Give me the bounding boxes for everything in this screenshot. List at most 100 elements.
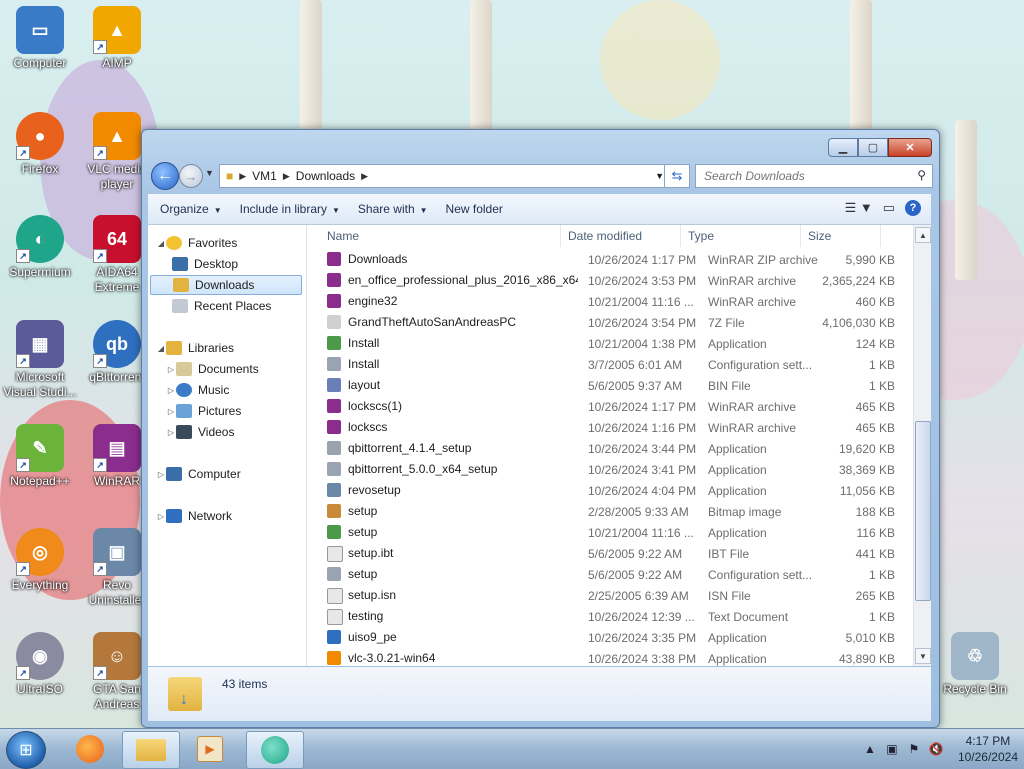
clock[interactable]: 4:17 PM 10/26/2024: [958, 733, 1018, 765]
desktop-icon-notepadpp[interactable]: ✎ ↗ Notepad++: [0, 424, 80, 489]
nav-recent-places[interactable]: Recent Places: [172, 296, 271, 316]
scroll-up-button[interactable]: ▲: [915, 227, 931, 243]
file-size: 1 KB: [868, 358, 895, 372]
scroll-thumb[interactable]: [915, 421, 931, 601]
file-row[interactable]: lockscs 10/26/2024 1:16 PM WinRAR archive 4…: [327, 417, 907, 438]
address-dropdown-icon[interactable]: ▼: [655, 171, 664, 181]
expand-icon[interactable]: ◢: [156, 344, 166, 353]
music-icon: [176, 383, 192, 397]
file-type: Bitmap image: [708, 505, 782, 519]
file-type: Application: [708, 337, 767, 351]
windows-logo-icon: ⊞: [19, 742, 33, 759]
desktop-icon-everything[interactable]: ◎ ↗ Everything: [0, 528, 80, 593]
action-center-flag-icon[interactable]: ⚑: [906, 741, 922, 757]
taskbar-firefox[interactable]: [62, 731, 118, 767]
nav-videos[interactable]: ▷ Videos: [166, 422, 234, 442]
volume-muted-icon[interactable]: 🔇: [928, 741, 944, 757]
search-box[interactable]: ⚲: [695, 164, 933, 188]
chevron-right-icon[interactable]: ▶: [283, 171, 290, 182]
column-header-type[interactable]: Type: [681, 225, 801, 247]
nav-documents[interactable]: ▷ Documents: [166, 359, 259, 379]
preview-pane-icon[interactable]: ▭: [883, 200, 895, 216]
taskbar-explorer[interactable]: [122, 731, 180, 769]
file-date: 10/26/2024 1:16 PM: [588, 421, 697, 435]
file-date: 10/26/2024 3:44 PM: [588, 442, 697, 456]
desktop-icon-supermium[interactable]: ◐ ↗ Supermium: [0, 215, 80, 280]
file-row[interactable]: qbittorrent_5.0.0_x64_setup 10/26/2024 3:…: [327, 459, 907, 480]
expand-icon[interactable]: ▷: [166, 365, 176, 374]
organize-button[interactable]: Organize ▼: [160, 202, 222, 216]
documents-icon: [176, 362, 192, 376]
column-header-date[interactable]: Date modified: [561, 225, 681, 247]
share-with-button[interactable]: Share with ▼: [358, 202, 428, 216]
taskbar-supermium[interactable]: [246, 731, 304, 769]
file-row[interactable]: lockscs(1) 10/26/2024 1:17 PM WinRAR archi…: [327, 396, 907, 417]
maximize-button[interactable]: ▢: [858, 138, 888, 157]
nav-downloads[interactable]: Downloads: [150, 275, 302, 295]
file-row[interactable]: engine32 10/21/2004 11:16 ... WinRAR archi…: [327, 291, 907, 312]
desktop-icon-visual-studio[interactable]: ▦ ↗ Microsoft Visual Studi...: [0, 320, 80, 400]
nav-libraries[interactable]: ◢ Libraries: [156, 338, 234, 358]
file-row[interactable]: GrandTheftAutoSanAndreasPC 10/26/2024 3:5…: [327, 312, 907, 333]
expand-icon[interactable]: ◢: [156, 239, 166, 248]
nav-favorites[interactable]: ◢ Favorites: [156, 233, 237, 253]
file-row[interactable]: qbittorrent_4.1.4_setup 10/26/2024 3:44 P…: [327, 438, 907, 459]
file-size: 38,369 KB: [838, 463, 895, 477]
expand-icon[interactable]: ▷: [166, 428, 176, 437]
file-row[interactable]: layout 5/6/2005 9:37 AM BIN File 1 KB: [327, 375, 907, 396]
file-row[interactable]: Downloads 10/26/2024 1:17 PM WinRAR ZIP ar…: [327, 249, 907, 270]
nav-music[interactable]: ▷ Music: [166, 380, 229, 400]
back-button[interactable]: ←: [151, 162, 179, 190]
minimize-button[interactable]: ▁: [828, 138, 858, 157]
file-row[interactable]: setup 5/6/2005 9:22 AM Configuration sett.…: [327, 564, 907, 585]
network-status-icon[interactable]: ▣: [884, 741, 900, 757]
expand-icon[interactable]: ▷: [166, 407, 176, 416]
show-hidden-icons-button[interactable]: ▲: [862, 741, 878, 757]
column-header-size[interactable]: Size: [801, 225, 881, 247]
chevron-right-icon[interactable]: ▶: [239, 171, 246, 182]
desktop-icon-ultraiso[interactable]: ◉ ↗ UltraISO: [0, 632, 80, 697]
help-icon[interactable]: ?: [905, 200, 921, 216]
file-row[interactable]: Install 3/7/2005 6:01 AM Configuration set…: [327, 354, 907, 375]
address-bar[interactable]: ■ ▶ VM1 ▶ Downloads ▶ ▼: [219, 164, 671, 188]
expand-icon[interactable]: ▷: [156, 470, 166, 479]
desktop-icon-computer[interactable]: ▭ Computer: [0, 6, 80, 71]
taskbar-media-player[interactable]: ▶: [182, 731, 238, 767]
breadcrumb-vm1[interactable]: VM1: [252, 169, 277, 183]
nav-pictures[interactable]: ▷ Pictures: [166, 401, 241, 421]
desktop-icon-aimp[interactable]: ▲ ↗ AIMP: [77, 6, 157, 71]
start-button[interactable]: ⊞: [6, 731, 46, 769]
view-options-icon[interactable]: ☰ ▼: [845, 200, 873, 216]
expand-icon[interactable]: ▷: [156, 512, 166, 521]
column-header-name[interactable]: Name: [307, 225, 561, 247]
file-row[interactable]: setup 10/21/2004 11:16 ... Application 116 …: [327, 522, 907, 543]
vertical-scrollbar[interactable]: ▲ ▼: [913, 225, 931, 666]
recent-pages-dropdown[interactable]: ▼: [205, 168, 214, 178]
chevron-right-icon[interactable]: ▶: [361, 171, 368, 182]
file-row[interactable]: testing 10/26/2024 12:39 ... Text Document…: [327, 606, 907, 627]
maximize-icon: ▢: [867, 142, 879, 154]
scroll-down-button[interactable]: ▼: [915, 648, 931, 664]
expand-icon[interactable]: ▷: [166, 386, 176, 395]
file-row[interactable]: en_office_professional_plus_2016_x86_x64…: [327, 270, 907, 291]
new-folder-button[interactable]: New folder: [446, 202, 503, 216]
file-row[interactable]: setup.ibt 5/6/2005 9:22 AM IBT File 441 KB: [327, 543, 907, 564]
file-row[interactable]: Install 10/21/2004 1:38 PM Application 124 …: [327, 333, 907, 354]
file-row[interactable]: revosetup 10/26/2024 4:04 PM Application 11…: [327, 480, 907, 501]
breadcrumb-downloads[interactable]: Downloads: [296, 169, 355, 183]
file-type: BIN File: [708, 379, 751, 393]
search-input[interactable]: [702, 168, 906, 184]
file-row[interactable]: setup.isn 2/25/2005 6:39 AM ISN File 265 KB: [327, 585, 907, 606]
file-row[interactable]: setup 2/28/2005 9:33 AM Bitmap image 188 KB: [327, 501, 907, 522]
close-button[interactable]: ✕: [888, 138, 932, 157]
refresh-button[interactable]: ⇆: [664, 164, 690, 188]
desktop-icon-recycle-bin[interactable]: ♲ Recycle Bin: [935, 632, 1015, 697]
forward-button[interactable]: →: [179, 164, 203, 188]
nav-computer[interactable]: ▷ Computer: [156, 464, 241, 484]
include-in-library-button[interactable]: Include in library ▼: [240, 202, 340, 216]
file-row[interactable]: vlc-3.0.21-win64 10/26/2024 3:38 PM Applic…: [327, 648, 907, 666]
nav-desktop[interactable]: Desktop: [172, 254, 238, 274]
desktop-icon-firefox[interactable]: ● ↗ Firefox: [0, 112, 80, 177]
file-row[interactable]: uiso9_pe 10/26/2024 3:35 PM Application 5,0…: [327, 627, 907, 648]
nav-network[interactable]: ▷ Network: [156, 506, 232, 526]
